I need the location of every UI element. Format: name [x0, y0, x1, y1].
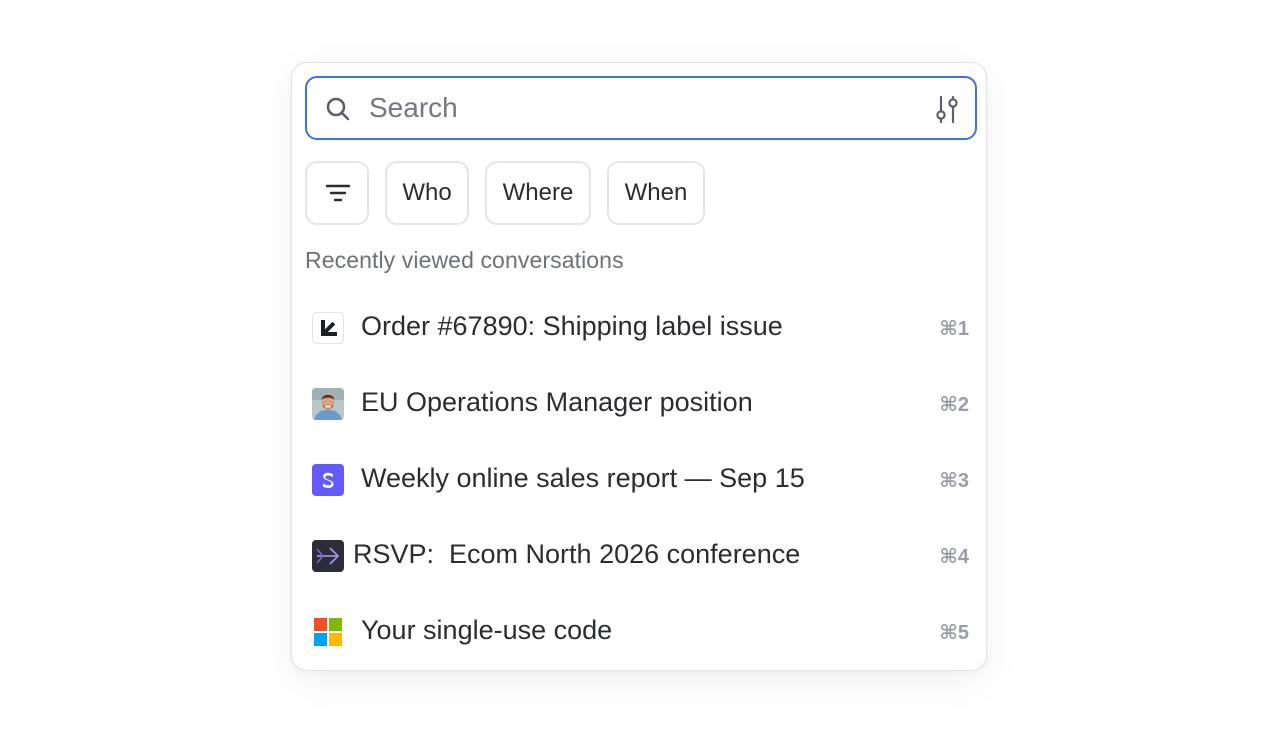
- search-input[interactable]: [369, 88, 909, 128]
- microsoft-logo-icon: [312, 616, 344, 648]
- conversation-item[interactable]: EU Operations Manager position ⌘2: [305, 371, 977, 437]
- sliders-icon[interactable]: [933, 94, 961, 124]
- conversation-item[interactable]: Order #67890: Shipping label issue ⌘1: [305, 295, 977, 361]
- search-box[interactable]: [305, 76, 977, 140]
- filter-button[interactable]: [305, 161, 369, 225]
- conversation-item[interactable]: RSVP: Ecom North 2026 conference ⌘4: [305, 523, 977, 589]
- person-avatar-icon: [312, 388, 344, 420]
- conversation-item[interactable]: Your single-use code ⌘5: [305, 599, 977, 665]
- arrow-down-left-logo-icon: [312, 312, 344, 344]
- where-filter-chip[interactable]: Where: [485, 161, 591, 225]
- section-title: Recently viewed conversations: [305, 247, 624, 273]
- conversation-title: Order #67890: Shipping label issue: [361, 311, 783, 341]
- who-filter-chip[interactable]: Who: [385, 161, 469, 225]
- shortcut-hint: ⌘5: [939, 622, 969, 644]
- conversation-title: Weekly online sales report — Sep 15: [361, 463, 805, 493]
- shortcut-hint: ⌘3: [939, 470, 969, 492]
- conversation-title: Your single-use code: [361, 615, 613, 645]
- conversation-item[interactable]: Weekly online sales report — Sep 15 ⌘3: [305, 447, 977, 513]
- shortcut-hint: ⌘1: [939, 318, 969, 340]
- stripe-s-logo-icon: [312, 464, 344, 496]
- shortcut-hint: ⌘2: [939, 394, 969, 416]
- filter-icon: [325, 184, 351, 202]
- when-filter-chip[interactable]: When: [607, 161, 705, 225]
- conversation-title: EU Operations Manager position: [361, 387, 753, 417]
- search-icon: [326, 97, 350, 121]
- conversation-title: RSVP: Ecom North 2026 conference: [353, 539, 801, 569]
- shortcut-hint: ⌘4: [939, 546, 969, 568]
- search-panel: Who Where When Recently viewed conversat…: [291, 62, 987, 671]
- arrow-right-logo-icon: [312, 540, 344, 572]
